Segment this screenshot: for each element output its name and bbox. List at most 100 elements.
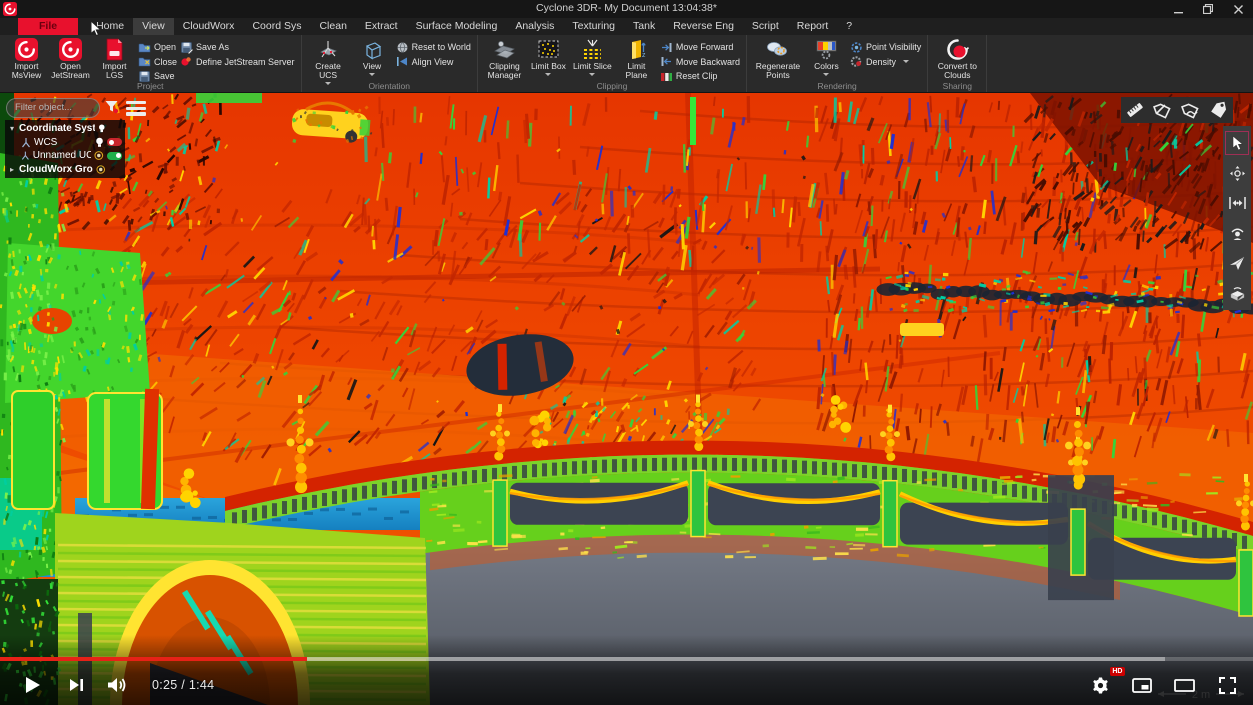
- next-button[interactable]: [56, 665, 96, 705]
- minimize-icon[interactable]: [1163, 0, 1193, 18]
- viewport-3d[interactable]: 2 m ▾ Coordinate System WCS: [0, 93, 1253, 705]
- tree-item-coordinate-system[interactable]: ▾ Coordinate System: [8, 122, 122, 136]
- reset-to-world-button[interactable]: Reset to World: [396, 41, 471, 53]
- group-label-project: Project: [0, 81, 301, 91]
- tab-tank[interactable]: Tank: [624, 18, 664, 35]
- regenerate-points-icon: [766, 38, 789, 61]
- annotation-tag-icon[interactable]: [1179, 99, 1203, 121]
- import-msview-button[interactable]: Import MsView: [6, 38, 47, 80]
- regenerate-points-button[interactable]: Regenerate Points: [753, 38, 803, 80]
- limit-plane-button[interactable]: z Limit Plane: [616, 38, 657, 80]
- bulb-off-icon[interactable]: [96, 164, 105, 175]
- volume-button[interactable]: [96, 665, 140, 705]
- restore-icon[interactable]: [1193, 0, 1223, 18]
- point-visibility-icon: [850, 41, 863, 54]
- close-icon[interactable]: [1223, 0, 1253, 18]
- settings-button[interactable]: HD: [1079, 665, 1121, 705]
- colors-dropdown-caret[interactable]: [823, 73, 829, 76]
- density-button[interactable]: Density: [850, 56, 921, 68]
- import-msview-icon: [15, 38, 38, 61]
- close-folder-icon: [138, 55, 151, 68]
- fly-navigation-tool[interactable]: [1223, 248, 1251, 278]
- colors-button[interactable]: Colors: [806, 38, 847, 76]
- ribbon: Import MsView Open JetStream Import LGS …: [0, 35, 1253, 93]
- bulb-on-icon[interactable]: [98, 123, 106, 134]
- open-folder-icon: [138, 41, 151, 54]
- tab-surface-modeling[interactable]: Surface Modeling: [407, 18, 507, 35]
- group-label-rendering: Rendering: [747, 81, 927, 91]
- limit-slice-dropdown-caret[interactable]: [589, 73, 595, 76]
- wcs-toggle[interactable]: [107, 138, 122, 146]
- tab-cloudworx[interactable]: CloudWorx: [174, 18, 244, 35]
- tab-report[interactable]: Report: [788, 18, 838, 35]
- box-mode-tool[interactable]: [1223, 278, 1251, 308]
- tab-help[interactable]: ?: [837, 18, 861, 35]
- ribbon-group-orientation: Create UCS View Reset to World Align Vie…: [302, 35, 478, 92]
- move-backward-icon: [660, 55, 673, 68]
- group-label-orientation: Orientation: [302, 81, 477, 91]
- tree-item-cloudworx-group[interactable]: ▸ CloudWorx Group: [8, 163, 122, 177]
- tab-texturing[interactable]: Texturing: [563, 18, 624, 35]
- open-jetstream-button[interactable]: Open JetStream: [50, 38, 91, 80]
- close-button[interactable]: Close: [138, 56, 177, 68]
- chevron-down-icon[interactable]: ▾: [8, 124, 16, 133]
- miniplayer-button[interactable]: [1121, 665, 1163, 705]
- fit-width-tool[interactable]: [1223, 188, 1251, 218]
- tab-coord-sys[interactable]: Coord Sys: [243, 18, 310, 35]
- tab-view[interactable]: View: [133, 18, 174, 35]
- define-jetstream-server-button[interactable]: Define JetStream Server: [180, 56, 295, 68]
- title-bar: Cyclone 3DR- My Document 13:04:38*: [0, 0, 1253, 18]
- pan-move-tool[interactable]: [1223, 158, 1251, 188]
- tab-script[interactable]: Script: [743, 18, 788, 35]
- avatar-view-tool[interactable]: [1223, 218, 1251, 248]
- play-button[interactable]: [10, 665, 56, 705]
- theater-mode-button[interactable]: [1163, 665, 1205, 705]
- move-backward-button[interactable]: Move Backward: [660, 56, 740, 68]
- progress-bar[interactable]: [0, 657, 1253, 661]
- mouse-cursor: [90, 20, 102, 37]
- tab-reverse-eng[interactable]: Reverse Eng: [664, 18, 743, 35]
- unnamed-ucs-toggle[interactable]: [107, 152, 122, 160]
- fullscreen-button[interactable]: [1205, 665, 1249, 705]
- save-as-button[interactable]: Save As: [180, 41, 295, 53]
- group-label-sharing: Sharing: [928, 81, 986, 91]
- open-button[interactable]: Open: [138, 41, 177, 53]
- tab-analysis[interactable]: Analysis: [506, 18, 563, 35]
- clipping-manager-button[interactable]: Clipping Manager: [484, 38, 525, 80]
- density-dropdown-caret[interactable]: [903, 60, 909, 63]
- tree-item-unnamed-ucs[interactable]: Unnamed UCS: [8, 149, 122, 163]
- tab-file[interactable]: File: [18, 18, 78, 35]
- convert-to-clouds-button[interactable]: Convert to Clouds: [934, 38, 980, 80]
- import-lgs-button[interactable]: Import LGS: [94, 38, 135, 80]
- bulb-on-icon[interactable]: [95, 137, 104, 148]
- menu-hamburger-icon[interactable]: [126, 101, 146, 116]
- clipping-manager-icon: [493, 38, 516, 61]
- measure-tag-icon[interactable]: [1151, 99, 1175, 121]
- view-dropdown-caret[interactable]: [369, 73, 375, 76]
- navigation-toolbar: [1223, 126, 1251, 310]
- player-controls: 0:25 / 1:44 HD: [0, 635, 1253, 705]
- limit-box-button[interactable]: Limit Box: [528, 38, 569, 76]
- filter-input[interactable]: [6, 98, 100, 118]
- filter-funnel-icon[interactable]: [104, 99, 119, 114]
- move-forward-button[interactable]: Move Forward: [660, 41, 740, 53]
- filter-box: [6, 97, 100, 117]
- point-visibility-button[interactable]: Point Visibility: [850, 41, 921, 53]
- align-view-button[interactable]: Align View: [396, 56, 471, 68]
- select-cursor-tool[interactable]: [1223, 128, 1251, 158]
- limit-slice-button[interactable]: Limit Slice: [572, 38, 613, 76]
- tab-extract[interactable]: Extract: [356, 18, 407, 35]
- label-tag-icon[interactable]: [1207, 99, 1231, 121]
- chevron-right-icon[interactable]: ▸: [8, 165, 16, 174]
- tab-clean[interactable]: Clean: [310, 18, 355, 35]
- ruler-icon[interactable]: [1123, 99, 1147, 121]
- axes-icon: [21, 150, 30, 161]
- tree-item-wcs[interactable]: WCS: [8, 136, 122, 150]
- bulb-off-icon[interactable]: [94, 150, 104, 161]
- view-cube-icon: [361, 38, 384, 61]
- view-button[interactable]: View: [352, 38, 393, 76]
- scene-tree-panel: ▾ Coordinate System WCS Unnamed UCS: [5, 120, 125, 178]
- ribbon-tabs: File Home View CloudWorx Coord Sys Clean…: [0, 18, 1253, 35]
- limit-box-dropdown-caret[interactable]: [545, 73, 551, 76]
- create-ucs-button[interactable]: Create UCS: [308, 38, 349, 85]
